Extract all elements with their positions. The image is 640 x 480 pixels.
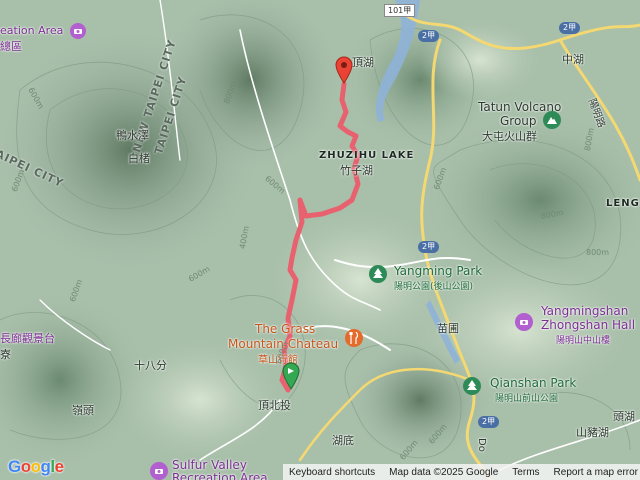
label-grass-mountain[interactable]: The Grass bbox=[255, 322, 315, 336]
label-zhonghu: 中湖 bbox=[562, 53, 584, 66]
label-yangming-park[interactable]: Yangming Park bbox=[394, 264, 482, 278]
label-ling-tou: 嶺頭 bbox=[72, 404, 94, 417]
map-canvas[interactable]: NEW TAIPEI CITY TAIPEI CITY TAIPEI CITY … bbox=[0, 0, 640, 480]
start-pin-icon[interactable] bbox=[282, 362, 300, 390]
label-qianshan-park-zh: 陽明山前山公園 bbox=[495, 394, 559, 404]
attribution-bar: Keyboard shortcuts Map data ©2025 Google… bbox=[283, 464, 640, 480]
label-yangming-park-zh: 陽明公園(後山公園) bbox=[394, 282, 474, 292]
label-leng: LENG bbox=[606, 198, 640, 209]
label-sulfur-valley[interactable]: Sulfur Valley bbox=[172, 458, 247, 472]
label-shan-zhu-hu: 山豬湖 bbox=[576, 426, 609, 439]
label-qianshan-park[interactable]: Qianshan Park bbox=[490, 376, 576, 390]
tree-icon[interactable] bbox=[463, 377, 481, 395]
label-yangmingshan-hall-2[interactable]: Zhongshan Hall bbox=[541, 318, 635, 332]
road-2-badge-bottom: 2甲 bbox=[478, 416, 500, 428]
road-2-badge-top: 2甲 bbox=[559, 22, 581, 34]
label-district-qu: 總區 bbox=[0, 40, 22, 53]
camera-icon bbox=[155, 469, 163, 474]
label-tatun-volcano-2[interactable]: Group bbox=[500, 114, 537, 128]
camera-icon[interactable] bbox=[150, 462, 168, 480]
contour-label: 800m bbox=[586, 248, 610, 257]
label-hu-di: 湖底 bbox=[332, 434, 354, 447]
mountain-icon bbox=[547, 117, 557, 124]
label-road-do: Do bbox=[476, 438, 487, 452]
label-sulfur-valley-2[interactable]: Recreation Area bbox=[172, 471, 268, 480]
label-yangmingshan-hall-zh: 陽明山中山樓 bbox=[556, 336, 611, 346]
label-ding-hu: 頂湖 bbox=[352, 56, 374, 69]
camera-icon[interactable] bbox=[515, 313, 533, 331]
label-recreation-area[interactable]: eation Area bbox=[0, 24, 63, 37]
camera-icon[interactable] bbox=[70, 23, 86, 39]
fork-knife-icon[interactable] bbox=[345, 329, 363, 347]
keyboard-shortcuts-link[interactable]: Keyboard shortcuts bbox=[289, 467, 375, 478]
mountain-icon[interactable] bbox=[543, 111, 561, 129]
label-zhuzihu-lake-zh: 竹子湖 bbox=[340, 164, 373, 177]
label-ya-shui-ze: 鴨水澤 bbox=[116, 129, 149, 142]
tree-icon[interactable] bbox=[369, 265, 387, 283]
map-data-text: Map data ©2025 Google bbox=[389, 466, 499, 478]
label-ding-bei-tou: 頂北投 bbox=[258, 399, 291, 412]
road-2-badge-b: 2甲 bbox=[418, 241, 440, 253]
label-shi-ba-fen: 十八分 bbox=[134, 359, 167, 372]
label-bai-jie: 白楮 bbox=[128, 152, 150, 165]
label-pavilion[interactable]: 長廊觀景台 bbox=[0, 330, 55, 346]
end-pin-icon[interactable] bbox=[335, 56, 353, 84]
tree-icon bbox=[467, 380, 477, 390]
road-101-badge: 101甲 bbox=[384, 4, 416, 17]
google-logo: Google bbox=[8, 457, 64, 476]
label-yangmingshan-hall[interactable]: Yangmingshan bbox=[541, 304, 628, 318]
tree-icon bbox=[373, 268, 383, 278]
label-miao-pu: 苗圃 bbox=[437, 322, 459, 335]
camera-icon bbox=[74, 29, 82, 34]
report-error-link[interactable]: Report a map error bbox=[554, 467, 638, 478]
camera-icon bbox=[520, 320, 528, 325]
terrain-layer bbox=[0, 0, 640, 480]
road-2-badge: 2甲 bbox=[418, 30, 440, 42]
label-zhuzihu-lake: ZHUZIHU LAKE bbox=[319, 150, 415, 161]
label-tou-hu: 頭湖 bbox=[613, 410, 635, 423]
fork-knife-icon bbox=[349, 332, 359, 344]
label-liao: 寮 bbox=[0, 348, 11, 361]
label-tatun-volcano-zh: 大屯火山群 bbox=[482, 130, 537, 143]
terms-link[interactable]: Terms bbox=[512, 467, 539, 478]
